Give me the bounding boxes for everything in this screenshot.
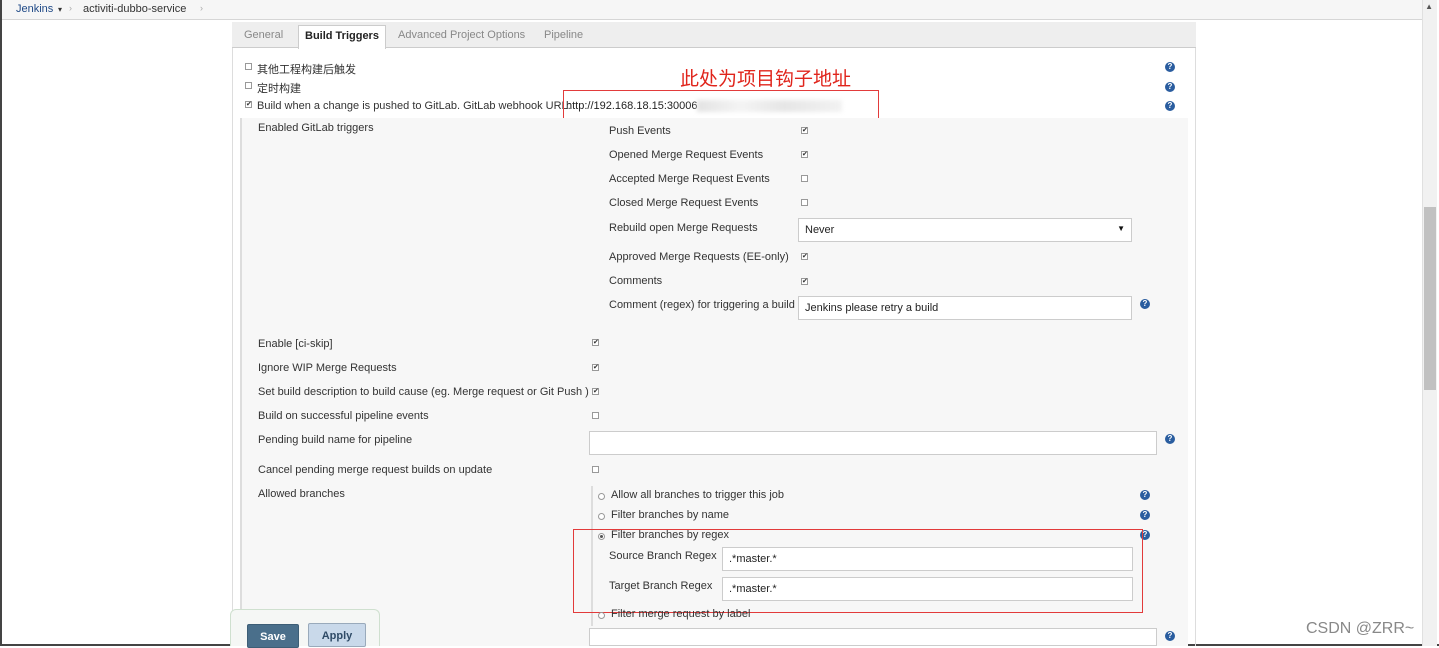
rebuild-open-mr-value: Never bbox=[805, 224, 835, 236]
chevron-down-icon[interactable]: ▾ bbox=[58, 5, 62, 14]
cancel-pending-checkbox[interactable] bbox=[592, 466, 599, 473]
comment-regex-label: Comment (regex) for triggering a build bbox=[609, 299, 795, 311]
comments-label: Comments bbox=[609, 275, 663, 287]
webhook-annotation: 此处为项目钩子地址 bbox=[680, 68, 852, 90]
approved-mr-label: Approved Merge Requests (EE-only) bbox=[609, 251, 789, 263]
filter-by-label-label: Filter merge request by label bbox=[611, 608, 751, 620]
comments-checkbox[interactable]: ✔ bbox=[801, 278, 808, 285]
breadcrumb-job[interactable]: activiti-dubbo-service bbox=[83, 3, 186, 15]
help-icon[interactable]: ? bbox=[1140, 490, 1150, 500]
regex-highlight-box bbox=[573, 529, 1143, 613]
help-icon[interactable]: ? bbox=[1140, 299, 1150, 309]
rebuild-open-mr-select[interactable]: Never ▼ bbox=[798, 218, 1132, 242]
breadcrumb-jenkins[interactable]: Jenkins bbox=[16, 3, 53, 15]
ignore-wip-label: Ignore WIP Merge Requests bbox=[258, 362, 397, 374]
apply-button[interactable]: Apply bbox=[308, 623, 366, 647]
ignore-wip-checkbox[interactable]: ✔ bbox=[592, 364, 599, 371]
filter-by-name-label: Filter branches by name bbox=[611, 509, 729, 521]
scroll-up-icon[interactable]: ▲ bbox=[1425, 2, 1433, 11]
help-icon[interactable]: ? bbox=[1140, 510, 1150, 520]
breadcrumb-separator-icon: › bbox=[69, 3, 72, 13]
tab-pipeline[interactable]: Pipeline bbox=[544, 29, 583, 41]
push-events-label: Push Events bbox=[609, 125, 671, 137]
scroll-thumb[interactable] bbox=[1424, 207, 1436, 390]
help-icon[interactable]: ? bbox=[1165, 62, 1175, 72]
comment-regex-input[interactable]: Jenkins please retry a build bbox=[798, 296, 1132, 320]
tab-advanced-project-options[interactable]: Advanced Project Options bbox=[398, 29, 525, 41]
opened-mr-checkbox[interactable]: ✔ bbox=[801, 151, 808, 158]
ci-skip-label: Enable [ci-skip] bbox=[258, 338, 333, 350]
other-projects-label: 其他工程构建后触发 bbox=[257, 64, 356, 76]
help-icon[interactable]: ? bbox=[1165, 434, 1175, 444]
save-button[interactable]: Save bbox=[247, 624, 299, 648]
ci-skip-checkbox[interactable]: ✔ bbox=[592, 339, 599, 346]
config-tabs: General Build Triggers Advanced Project … bbox=[232, 22, 1196, 49]
webhook-highlight-box bbox=[563, 90, 879, 121]
help-icon[interactable]: ? bbox=[1165, 631, 1175, 641]
pending-build-name-label: Pending build name for pipeline bbox=[258, 434, 413, 446]
allowed-branches-label: Allowed branches bbox=[258, 488, 345, 500]
breadcrumb: Jenkins ▾ › activiti-dubbo-service › bbox=[2, 0, 1422, 20]
tab-general[interactable]: General bbox=[244, 29, 283, 41]
breadcrumb-separator-icon: › bbox=[200, 3, 203, 13]
set-description-checkbox[interactable]: ✔ bbox=[592, 388, 599, 395]
other-projects-checkbox[interactable] bbox=[245, 63, 252, 70]
pending-build-name-input[interactable] bbox=[589, 431, 1157, 455]
push-events-checkbox[interactable]: ✔ bbox=[801, 127, 808, 134]
set-description-label: Set build description to build cause (eg… bbox=[258, 386, 589, 398]
successful-pipeline-label: Build on successful pipeline events bbox=[258, 410, 429, 422]
filter-by-label-radio[interactable] bbox=[598, 612, 605, 619]
successful-pipeline-checkbox[interactable] bbox=[592, 412, 599, 419]
closed-mr-label: Closed Merge Request Events bbox=[609, 197, 759, 209]
timer-checkbox[interactable] bbox=[245, 82, 252, 89]
filter-by-name-radio[interactable] bbox=[598, 513, 605, 520]
help-icon[interactable]: ? bbox=[1165, 101, 1175, 111]
allow-all-label: Allow all branches to trigger this job bbox=[611, 489, 785, 501]
chevron-down-icon: ▼ bbox=[1117, 224, 1125, 233]
label-filter-input[interactable] bbox=[589, 628, 1157, 646]
timer-label: 定时构建 bbox=[257, 83, 301, 95]
approved-mr-checkbox[interactable]: ✔ bbox=[801, 253, 808, 260]
watermark: CSDN @ZRR~ bbox=[1306, 620, 1415, 637]
tab-build-triggers[interactable]: Build Triggers bbox=[298, 25, 386, 49]
help-icon[interactable]: ? bbox=[1165, 82, 1175, 92]
accepted-mr-label: Accepted Merge Request Events bbox=[609, 173, 770, 185]
rebuild-open-mr-label: Rebuild open Merge Requests bbox=[609, 222, 758, 234]
enabled-triggers-label: Enabled GitLab triggers bbox=[258, 122, 374, 134]
cancel-pending-label: Cancel pending merge request builds on u… bbox=[258, 464, 493, 476]
gitlab-trigger-checkbox[interactable]: ✔ bbox=[245, 101, 252, 108]
allow-all-radio[interactable] bbox=[598, 493, 605, 500]
accepted-mr-checkbox[interactable] bbox=[801, 175, 808, 182]
closed-mr-checkbox[interactable] bbox=[801, 199, 808, 206]
gitlab-trigger-label: Build when a change is pushed to GitLab.… bbox=[257, 100, 571, 112]
section-indent-line bbox=[240, 118, 242, 646]
opened-mr-label: Opened Merge Request Events bbox=[609, 149, 764, 161]
